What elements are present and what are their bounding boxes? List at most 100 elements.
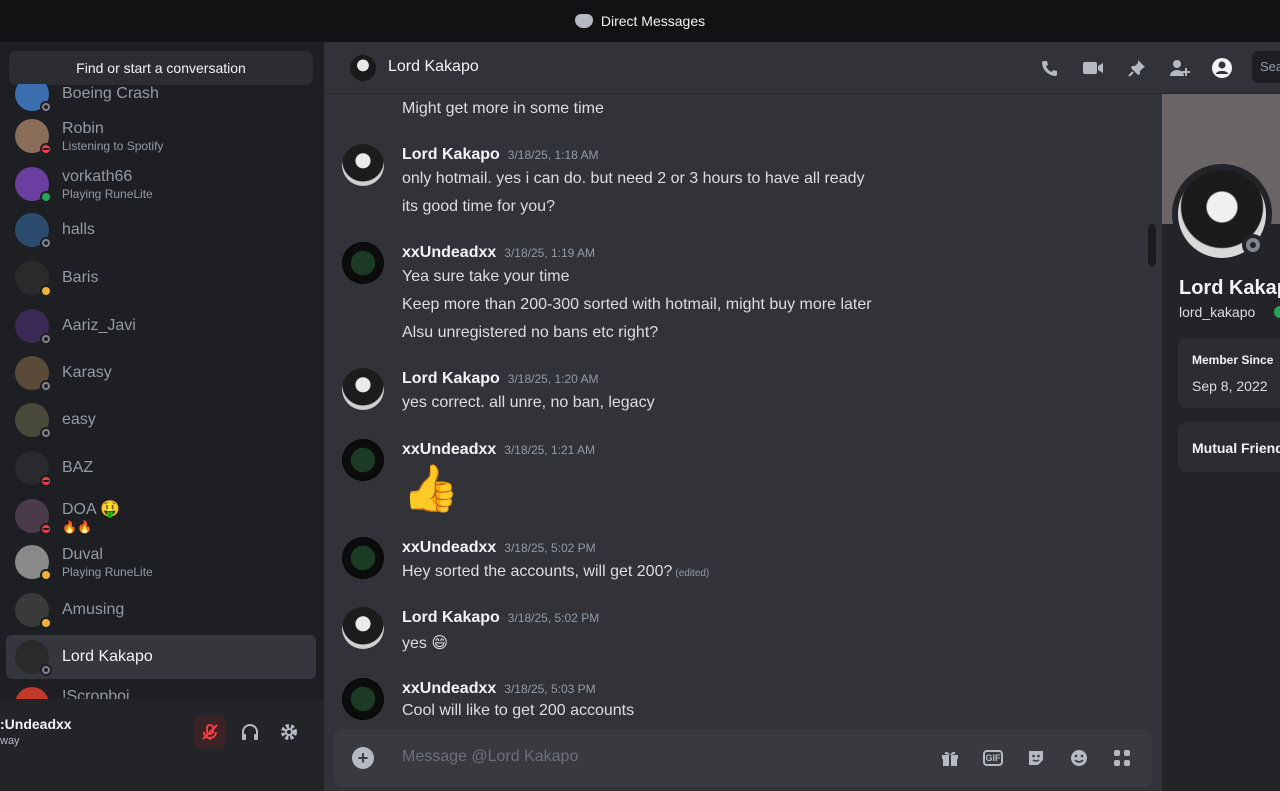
dm-item[interactable]: Baris xyxy=(6,256,316,300)
dm-name: Robin xyxy=(62,119,104,137)
dm-item[interactable]: Robin Listening to Spotify xyxy=(6,114,316,158)
author-name[interactable]: xxUndeadxx xyxy=(402,539,496,556)
dm-item[interactable]: Lord Kakapo xyxy=(6,635,316,679)
dm-item[interactable]: BAZ xyxy=(6,446,316,490)
message-timestamp: 3/18/25, 5:02 PM xyxy=(504,541,596,555)
user-profile-icon xyxy=(1212,58,1232,78)
message-author[interactable]: Lord Kakapo 3/18/25, 1:18 AM xyxy=(402,146,599,164)
voice-call-button[interactable] xyxy=(1038,56,1062,80)
dm-avatar xyxy=(15,640,52,676)
dm-name: Karasy xyxy=(62,364,112,381)
status-indicator-offline xyxy=(40,427,52,439)
message-scrollbar[interactable] xyxy=(1148,224,1156,266)
author-name[interactable]: Lord Kakapo xyxy=(402,146,500,163)
chat-title[interactable]: Lord Kakapo xyxy=(388,58,479,76)
dm-item[interactable]: Amusing xyxy=(6,588,316,632)
dm-item[interactable]: easy xyxy=(6,398,316,442)
upload-plus-button[interactable]: + xyxy=(352,747,374,769)
status-indicator-dnd xyxy=(40,523,52,535)
dm-name: Baris xyxy=(62,269,99,286)
video-call-button[interactable] xyxy=(1081,56,1105,80)
message-avatar[interactable] xyxy=(342,537,384,579)
author-name[interactable]: xxUndeadxx xyxy=(402,680,496,697)
dm-item[interactable]: vorkath66 Playing RuneLite xyxy=(6,162,316,206)
dm-text: Boeing Crash xyxy=(62,84,159,116)
dm-item[interactable]: halls xyxy=(6,208,316,252)
message-avatar[interactable] xyxy=(342,144,384,186)
user-name[interactable]: :Undeadxx xyxy=(0,716,72,732)
dm-item[interactable]: Boeing Crash xyxy=(6,84,316,116)
message-author[interactable]: Lord Kakapo 3/18/25, 5:02 PM xyxy=(402,609,599,627)
dm-avatar xyxy=(15,545,52,581)
dm-item[interactable]: Aariz_Javi xyxy=(6,304,316,348)
gift-button[interactable] xyxy=(938,746,962,770)
message-text: Hey sorted the accounts, will get 200? (e… xyxy=(402,563,709,581)
status-indicator-dnd xyxy=(40,475,52,487)
message-avatar[interactable] xyxy=(342,242,384,284)
dm-item[interactable]: Duval Playing RuneLite xyxy=(6,540,316,584)
message-text: its good time for you? xyxy=(402,198,555,216)
message-avatar[interactable] xyxy=(342,678,384,720)
message-text: Keep more than 200-300 sorted with hotma… xyxy=(402,296,872,314)
status-indicator-idle xyxy=(40,569,52,581)
dm-name: BAZ xyxy=(62,459,94,476)
message-composer: + Message @Lord Kakapo GIF xyxy=(334,729,1152,787)
message-author[interactable]: xxUndeadxx 3/18/25, 1:19 AM xyxy=(402,244,595,262)
dm-avatar xyxy=(15,309,52,345)
message-text: yes correct. all unre, no ban, legacy xyxy=(402,394,655,412)
message-list: Might get more in some time Lord Kakapo 3… xyxy=(324,94,1162,728)
search-input[interactable]: Sea xyxy=(1252,51,1280,83)
member-since-card: Member Since Sep 8, 2022 xyxy=(1178,338,1280,408)
gift-icon xyxy=(942,751,958,766)
user-settings-button[interactable] xyxy=(273,716,305,748)
message-avatar[interactable] xyxy=(342,607,384,649)
deafen-button[interactable] xyxy=(234,716,266,748)
mute-microphone-button[interactable] xyxy=(194,716,226,748)
message-author[interactable]: xxUndeadxx 3/18/25, 1:21 AM xyxy=(402,441,595,459)
gif-icon: GIF xyxy=(983,750,1003,766)
find-conversation-button[interactable]: Find or start a conversation xyxy=(9,51,313,85)
message-text: Yea sure take your time xyxy=(402,268,570,286)
profile-username: lord_kakapo xyxy=(1179,304,1256,320)
dm-text: Robin Listening to Spotify xyxy=(62,114,163,158)
message-author[interactable]: Lord Kakapo 3/18/25, 1:20 AM xyxy=(402,370,599,388)
message-input[interactable]: Message @Lord Kakapo xyxy=(402,748,578,766)
message-avatar[interactable] xyxy=(342,439,384,481)
add-friends-to-dm-button[interactable] xyxy=(1168,56,1192,80)
dm-avatar xyxy=(15,499,52,535)
dm-avatar xyxy=(15,356,52,392)
add-user-icon xyxy=(1170,60,1190,76)
discord-logo-icon xyxy=(574,14,593,28)
thumbs-up-emoji: 👍 xyxy=(402,462,459,514)
author-name[interactable]: Lord Kakapo xyxy=(402,370,500,387)
apps-button[interactable] xyxy=(1110,746,1134,770)
emoji-button[interactable] xyxy=(1067,746,1091,770)
author-name[interactable]: Lord Kakapo xyxy=(402,609,500,626)
dm-avatar xyxy=(15,403,52,439)
sticker-button[interactable] xyxy=(1024,746,1048,770)
message-timestamp: 3/18/25, 5:02 PM xyxy=(507,611,600,625)
dm-avatar xyxy=(15,167,52,203)
headphones-icon xyxy=(242,724,258,740)
message-text: only hotmail. yes i can do. but need 2 o… xyxy=(402,170,865,188)
author-name[interactable]: xxUndeadxx xyxy=(402,441,496,458)
pinned-messages-button[interactable] xyxy=(1125,56,1149,80)
dm-text: easy xyxy=(62,398,96,442)
message-text: yes 😄 xyxy=(402,633,448,653)
dm-avatar xyxy=(15,119,52,155)
dm-item[interactable]: DOA 🤑 🔥🔥 xyxy=(6,494,316,538)
author-name[interactable]: xxUndeadxx xyxy=(402,244,496,261)
apps-grid-icon xyxy=(1114,750,1130,766)
dm-item[interactable]: Karasy xyxy=(6,351,316,395)
message-author[interactable]: xxUndeadxx 3/18/25, 5:02 PM xyxy=(402,539,596,557)
dm-text: Karasy xyxy=(62,351,112,395)
dm-text: Duval Playing RuneLite xyxy=(62,540,153,584)
message-author[interactable]: xxUndeadxx 3/18/25, 5:03 PM xyxy=(402,680,596,698)
message-avatar[interactable] xyxy=(342,368,384,410)
gif-button[interactable]: GIF xyxy=(981,746,1005,770)
status-indicator-idle xyxy=(40,285,52,297)
dm-activity: 🔥🔥 xyxy=(62,519,92,534)
user-profile-toggle-button[interactable] xyxy=(1210,56,1234,80)
mutual-friends-button[interactable]: Mutual Friends xyxy=(1178,422,1280,472)
dm-activity: Playing RuneLite xyxy=(62,186,153,201)
